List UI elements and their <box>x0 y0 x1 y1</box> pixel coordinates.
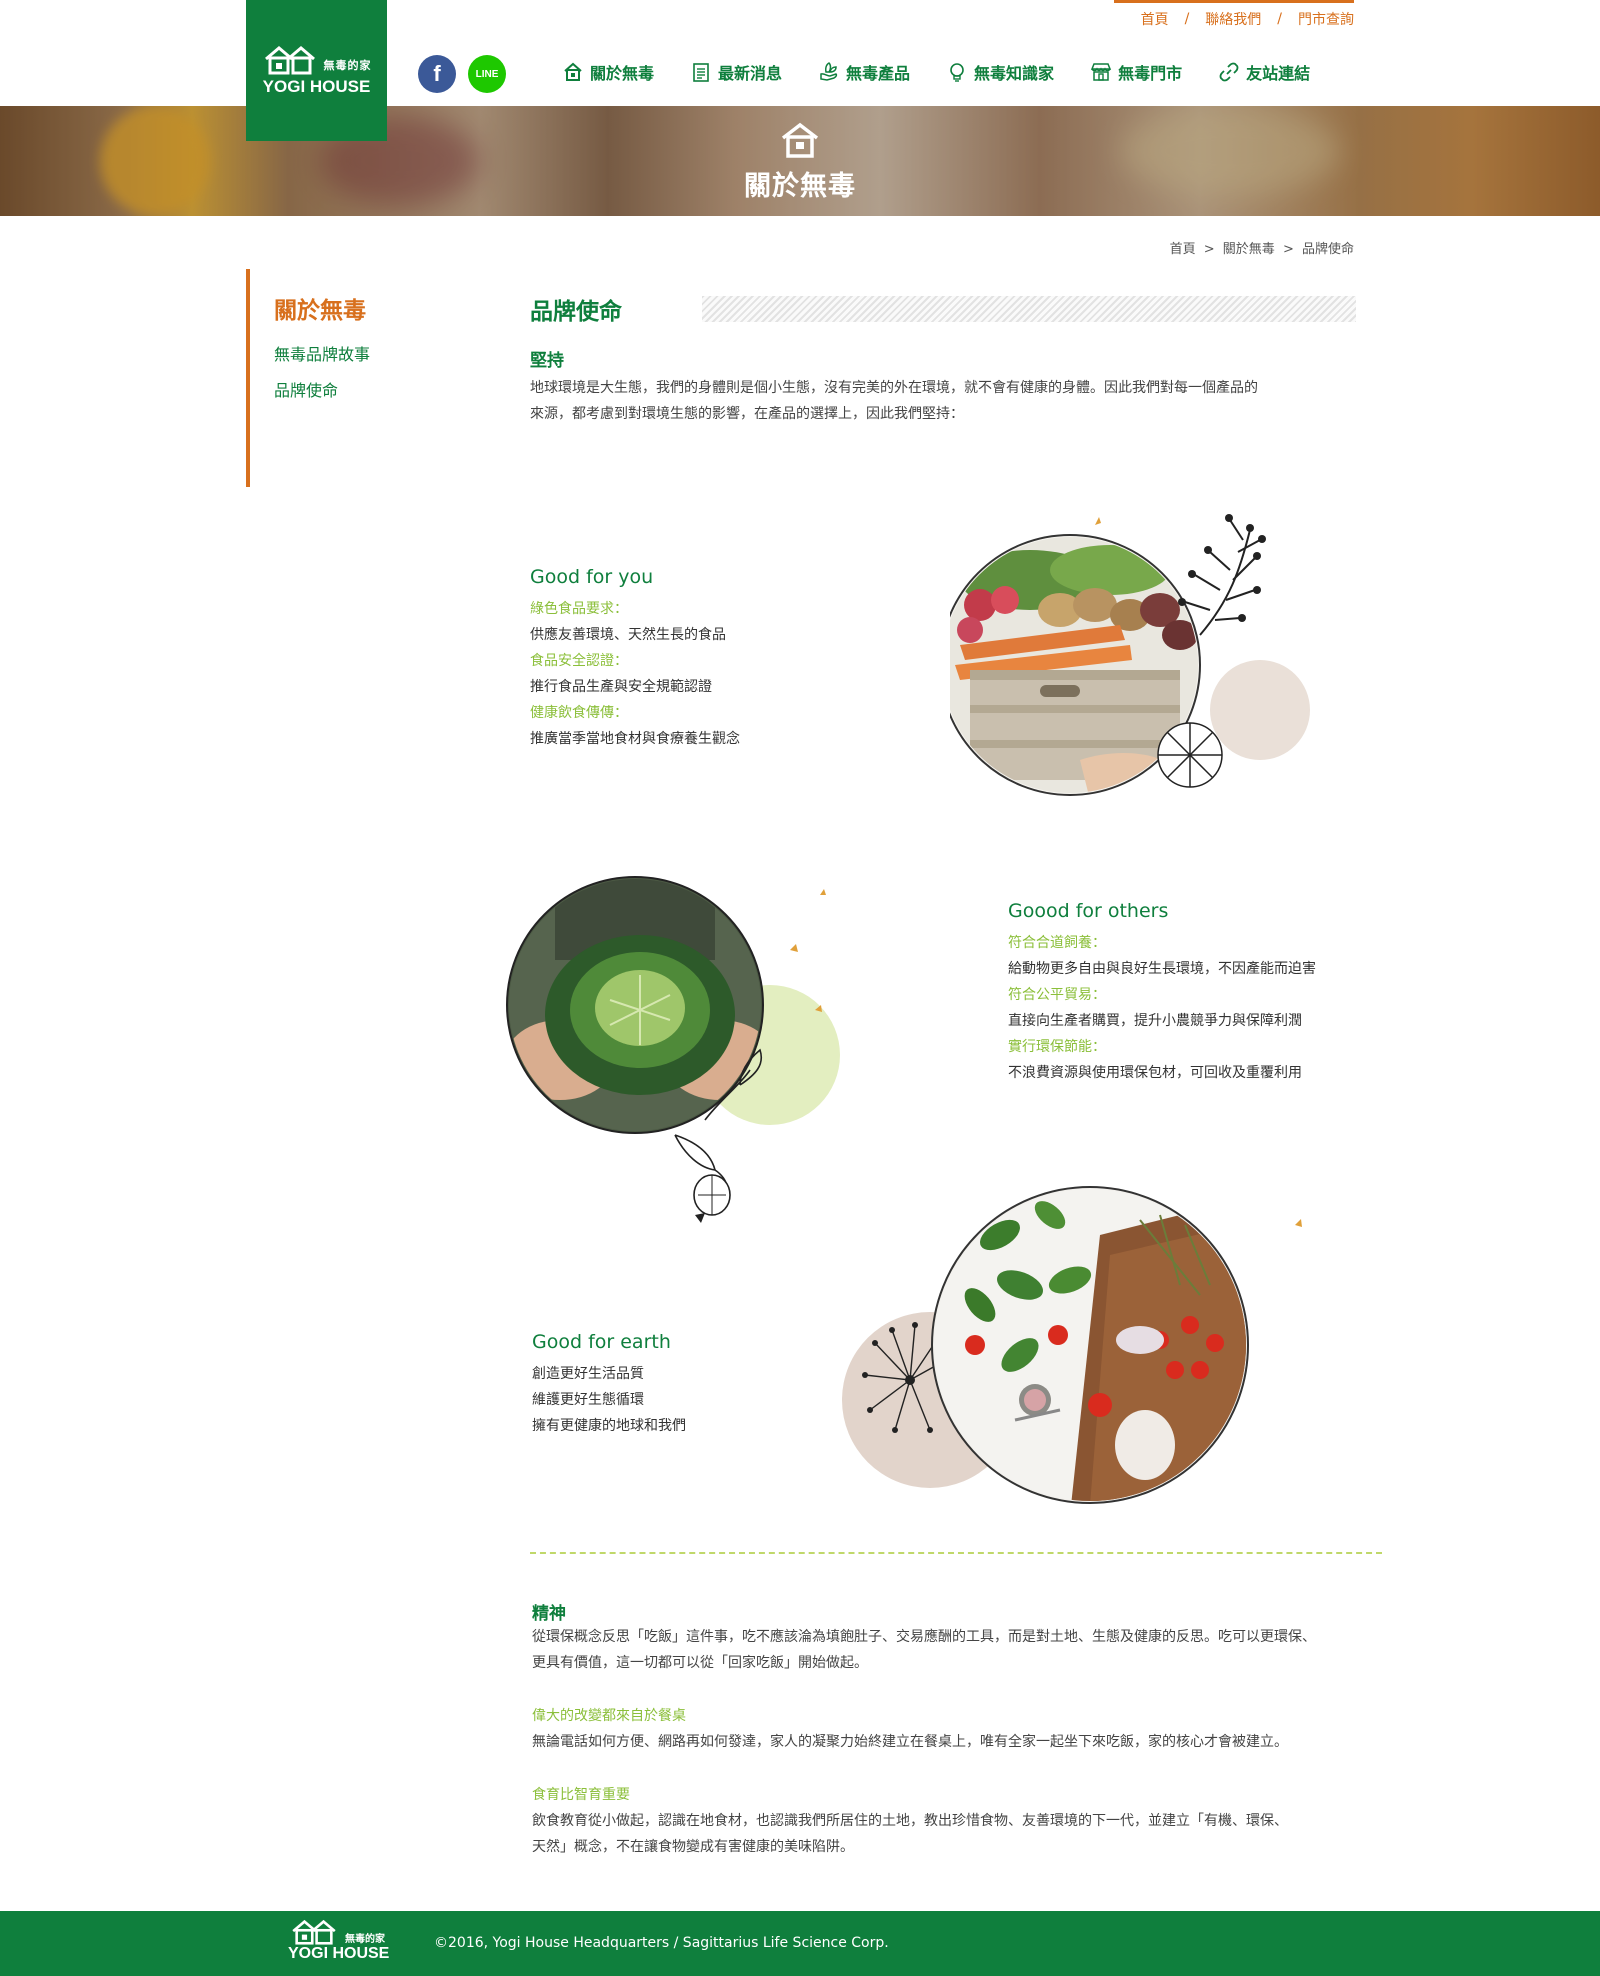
site-footer: 無毒的家 YOGI HOUSE ©2016, Yogi House Headqu… <box>0 1911 1600 1976</box>
house-icon <box>564 62 582 81</box>
persist-text-line: 地球環境是大生態，我們的身體則是個小生態，沒有完美的外在環境，就不會有健康的身體… <box>530 380 1258 396</box>
item-label: 實行環保節能： <box>1008 1039 1106 1055</box>
nav-item-stores[interactable]: 無毒門市 <box>1090 60 1182 84</box>
good-for-you-list: 綠色食品要求： 供應友善環境、天然生長的食品 食品安全認證： 推行食品生產與安全… <box>530 596 910 752</box>
top-link-store-search[interactable]: 門市查詢 <box>1298 9 1354 29</box>
spirit-sub2-heading: 食育比智育重要 <box>532 1787 630 1803</box>
cutting-board-illustration <box>840 1175 1320 1515</box>
good-for-others-title: Goood for others <box>1008 900 1169 922</box>
vegetable-crate-image <box>939 514 1310 796</box>
item-label: 符合公平貿易： <box>1008 987 1106 1003</box>
spirit-sub2-text-line: 飲食教育從小做起，認識在地食材，也認識我們所居住的土地，教出珍惜食物、友善環境的… <box>532 1813 1288 1829</box>
nav-item-links[interactable]: 友站連結 <box>1218 60 1310 84</box>
spirit-text-line: 從環保概念反思「吃飯」這件事，吃不應該淪為填飽肚子、交易應酬的工具，而是對土地、… <box>532 1629 1316 1645</box>
house-logo-icon <box>292 1919 336 1945</box>
item-text: 直接向生產者購買，提升小農競爭力與保障利潤 <box>1008 1013 1302 1029</box>
item-text: 推廣當季當地食材與食療養生觀念 <box>530 731 740 747</box>
lightbulb-icon <box>950 63 964 82</box>
footer-logo-english-text: YOGI HOUSE <box>288 1945 390 1962</box>
facebook-icon[interactable]: f <box>418 55 456 93</box>
sidebar: 關於無毒 無毒品牌故事 品牌使命 <box>246 269 446 487</box>
nav-item-products[interactable]: 無毒產品 <box>818 60 910 84</box>
item-text: 創造更好生活品質 <box>532 1366 644 1382</box>
spirit-heading: 精神 <box>532 1604 566 1624</box>
title-hatch-decor <box>702 296 1356 322</box>
breadcrumb-separator: > <box>1203 242 1215 257</box>
banner-title: 關於無毒 <box>744 171 856 202</box>
store-icon <box>1090 63 1112 81</box>
page-title-row: 品牌使命 <box>530 294 1356 325</box>
house-logo-icon <box>264 45 315 74</box>
nav-item-knowledge[interactable]: 無毒知識家 <box>946 60 1054 84</box>
item-label: 綠色食品要求： <box>530 601 628 617</box>
nav-item-label: 友站連結 <box>1246 64 1311 83</box>
cutting-board-image <box>842 1186 1302 1504</box>
page-title: 品牌使命 <box>530 299 622 325</box>
document-icon <box>693 63 709 82</box>
item-label: 食品安全認證： <box>530 653 628 669</box>
spirit-sub2-text-line: 天然」概念，不在讓食物變成有害健康的美味陷阱。 <box>532 1839 854 1855</box>
social-links: f LINE <box>418 55 506 93</box>
footer-logo[interactable]: 無毒的家 YOGI HOUSE <box>288 1919 413 1963</box>
sidebar-item-brand-mission[interactable]: 品牌使命 <box>274 377 446 401</box>
nav-item-label: 無毒知識家 <box>974 64 1055 83</box>
main-nav: 關於無毒 最新消息 無毒產品 無毒知識家 無毒門市 友站連結 <box>562 60 1310 84</box>
nav-item-label: 最新消息 <box>718 64 783 83</box>
footer-logo-chinese-text: 無毒的家 <box>345 1934 385 1945</box>
top-link-contact[interactable]: 聯絡我們 <box>1205 9 1261 29</box>
cabbage-illustration <box>500 850 870 1230</box>
hand-leaf-icon <box>820 62 838 81</box>
page-banner: 關於無毒 <box>0 106 1600 216</box>
good-for-earth-list: 創造更好生活品質 維護更好生態循環 擁有更健康的地球和我們 <box>532 1361 832 1439</box>
nav-item-label: 無毒門市 <box>1118 64 1183 83</box>
site-header: 無毒的家 YOGI HOUSE 首頁 / 聯絡我們 / 門市查詢 f LINE … <box>0 0 1600 141</box>
line-icon[interactable]: LINE <box>468 55 506 93</box>
breadcrumb: 首頁 > 關於無毒 > 品牌使命 <box>1170 238 1354 257</box>
house-icon <box>781 122 819 158</box>
spirit-sub1-text: 無論電話如何方便、網路再如何發達，家人的凝聚力始終建立在餐桌上，唯有全家一起坐下… <box>532 1734 1288 1750</box>
item-label: 符合合道飼養： <box>1008 935 1106 951</box>
item-text: 推行食品生產與安全規範認證 <box>530 679 712 695</box>
nav-item-label: 關於無毒 <box>590 64 655 83</box>
footer-copyright: ©2016, Yogi House Headquarters / Sagitta… <box>434 1935 889 1951</box>
top-link-separator: / <box>1184 11 1190 27</box>
link-icon <box>1219 62 1239 82</box>
spirit-text: 從環保概念反思「吃飯」這件事，吃不應該淪為填飽肚子、交易應酬的工具，而是對土地、… <box>532 1624 1372 1676</box>
sidebar-item-brand-story[interactable]: 無毒品牌故事 <box>274 341 446 365</box>
persist-text: 地球環境是大生態，我們的身體則是個小生態，沒有完美的外在環境，就不會有健康的身體… <box>530 375 1360 427</box>
breadcrumb-current: 品牌使命 <box>1301 242 1354 257</box>
sidebar-title: 關於無毒 <box>274 298 366 324</box>
item-text: 給動物更多自由與良好生長環境，不因產能而迫害 <box>1008 961 1316 977</box>
logo-english-text: YOGI HOUSE <box>262 76 371 96</box>
good-for-others-list: 符合合道飼養： 給動物更多自由與良好生長環境，不因產能而迫害 符合公平貿易： 直… <box>1008 930 1368 1086</box>
breadcrumb-home[interactable]: 首頁 <box>1170 242 1196 257</box>
top-utility-links: 首頁 / 聯絡我們 / 門市查詢 <box>1114 0 1354 29</box>
section-divider <box>530 1552 1382 1554</box>
spirit-text-line: 更具有價值，這一切都可以從「回家吃飯」開始做起。 <box>532 1655 868 1671</box>
top-link-home[interactable]: 首頁 <box>1141 9 1169 29</box>
persist-heading: 堅持 <box>530 351 564 371</box>
breadcrumb-separator: > <box>1282 242 1294 257</box>
item-text: 不浪費資源與使用環保包材，可回收及重覆利用 <box>1008 1065 1302 1081</box>
good-for-earth-title: Good for earth <box>532 1331 671 1353</box>
item-text: 供應友善環境、天然生長的食品 <box>530 627 726 643</box>
top-link-separator: / <box>1277 11 1282 27</box>
spirit-sub1-heading: 偉大的改變都來自於餐桌 <box>532 1708 686 1724</box>
item-label: 健康飲食傳傳： <box>530 705 628 721</box>
vegetable-crate-illustration <box>939 510 1350 810</box>
site-logo[interactable]: 無毒的家 YOGI HOUSE <box>246 0 387 141</box>
good-for-you-title: Good for you <box>530 566 654 588</box>
nav-item-news[interactable]: 最新消息 <box>690 60 782 84</box>
nav-item-about[interactable]: 關於無毒 <box>562 60 654 84</box>
item-text: 維護更好生態循環 <box>532 1392 644 1408</box>
persist-text-line: 來源，都考慮到對環境生態的影響，在產品的選擇上，因此我們堅持： <box>530 406 964 422</box>
breadcrumb-about[interactable]: 關於無毒 <box>1223 242 1275 257</box>
spirit-sub2-text: 飲食教育從小做起，認識在地食材，也認識我們所居住的土地，教出珍惜食物、友善環境的… <box>532 1808 1372 1860</box>
item-text: 擁有更健康的地球和我們 <box>532 1418 686 1434</box>
cabbage-image <box>506 876 840 1223</box>
nav-item-label: 無毒產品 <box>846 64 911 83</box>
logo-chinese-text: 無毒的家 <box>323 58 372 72</box>
